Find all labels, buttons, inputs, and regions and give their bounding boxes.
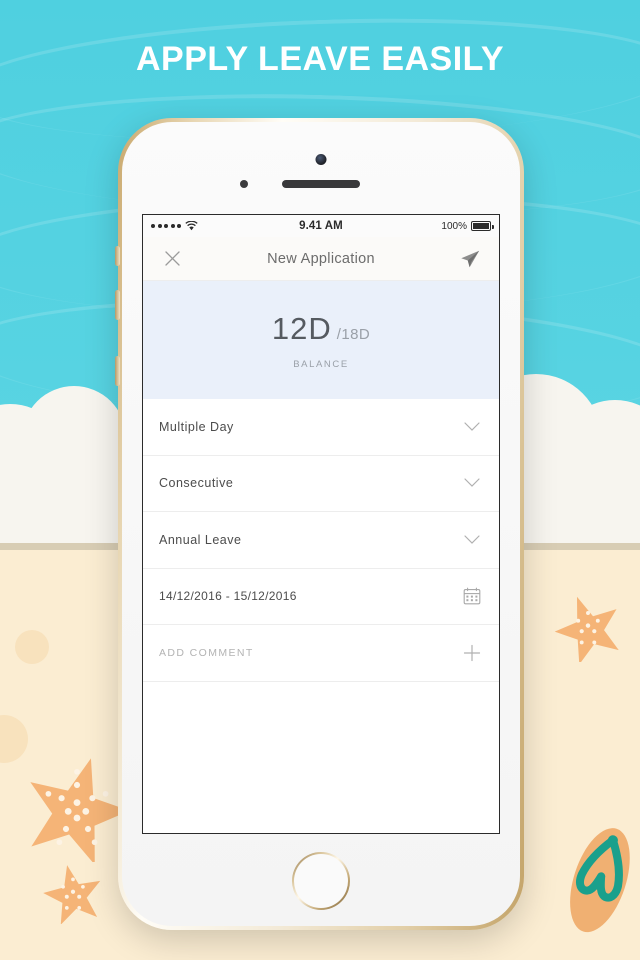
status-bar-right: 100% [401,220,494,232]
signal-strength-icon [151,224,181,228]
phone-screen: 9.41 AM 100% New Application 12D /18D BA… [142,214,500,834]
row-label: Annual Leave [159,532,242,547]
balance-label: BALANCE [293,358,349,370]
plus-icon[interactable] [461,642,483,664]
starfish-icon [42,862,104,924]
battery-full-icon [471,221,494,231]
status-bar: 9.41 AM 100% [143,215,499,237]
row-multiple-day[interactable]: Multiple Day [143,399,499,456]
chevron-down-icon[interactable] [461,416,483,438]
home-button[interactable] [292,852,350,910]
row-leave-type[interactable]: Annual Leave [143,512,499,569]
proximity-sensor-icon [240,180,248,188]
phone-body: 9.41 AM 100% New Application 12D /18D BA… [122,122,520,926]
row-label: Consecutive [159,476,234,491]
calendar-icon[interactable] [461,585,483,607]
row-label: Multiple Day [159,419,234,434]
status-bar-time: 9.41 AM [299,220,343,232]
volume-up-button[interactable] [115,290,120,320]
volume-down-button[interactable] [115,356,120,386]
page-title: APPLY LEAVE EASILY [135,40,505,78]
row-consecutive[interactable]: Consecutive [143,455,499,512]
status-bar-left [151,221,241,231]
mute-switch[interactable] [115,246,120,266]
promo-scene: APPLY LEAVE EASILY 9.41 AM 100% New Appl… [0,0,640,960]
send-icon [459,248,481,270]
starfish-icon [22,752,132,862]
add-comment-label: ADD COMMENT [159,646,254,659]
chevron-down-icon[interactable] [461,472,483,494]
nav-title: New Application [267,250,375,267]
starfish-icon [553,592,623,662]
date-range-value: 14/12/2016 - 15/12/2016 [159,589,297,604]
sand-dot [15,630,49,664]
chevron-down-icon[interactable] [461,529,483,551]
balance-values: 12D /18D [272,311,370,347]
front-camera-icon [315,154,327,165]
earpiece-speaker-icon [282,180,360,188]
row-date-range[interactable]: 14/12/2016 - 15/12/2016 [143,568,499,625]
wifi-icon [185,221,198,231]
flipflop-icon [556,818,640,948]
close-button[interactable] [159,246,185,272]
nav-bar: New Application [143,237,499,281]
battery-percent-label: 100% [441,220,467,232]
close-icon [164,250,181,267]
balance-total: /18D [336,325,371,343]
phone-frame: 9.41 AM 100% New Application 12D /18D BA… [115,118,524,930]
send-button[interactable] [457,246,483,272]
balance-panel: 12D /18D BALANCE [143,281,499,399]
balance-used: 12D [271,310,332,346]
form-rows: Multiple Day Consecutive Annual Leave 14… [143,399,499,682]
row-add-comment[interactable]: ADD COMMENT [143,625,499,682]
